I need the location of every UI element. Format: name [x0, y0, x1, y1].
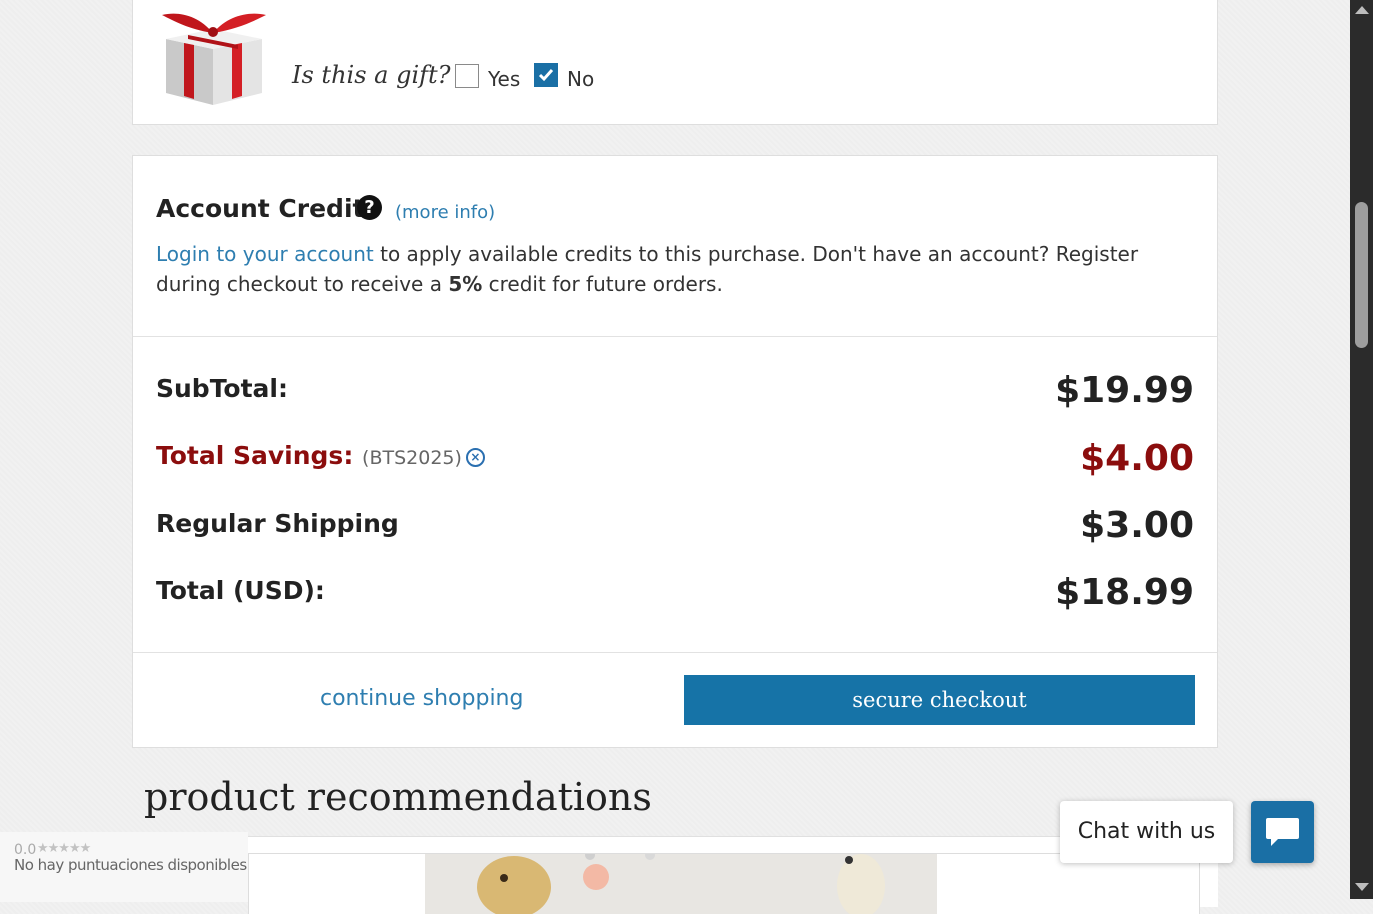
total-label: Total (USD): — [156, 576, 325, 605]
divider — [133, 336, 1217, 337]
gift-box-icon — [162, 13, 266, 105]
secure-checkout-button[interactable]: secure checkout — [684, 675, 1195, 725]
remove-coupon-icon[interactable]: × — [465, 447, 485, 467]
gift-option-card: Is this a gift? Yes No — [132, 0, 1218, 125]
total-savings-label: Total Savings: — [156, 441, 354, 470]
decor-heart — [583, 864, 609, 890]
gift-no-checkbox[interactable] — [534, 63, 558, 87]
account-credits-text: Login to your account to apply available… — [156, 239, 1196, 299]
subtotal-value: $19.99 — [1055, 370, 1194, 411]
gift-yes-label[interactable]: Yes — [488, 67, 520, 91]
recommendations-title: product recommendations — [144, 775, 652, 819]
help-icon[interactable]: ? — [357, 195, 382, 220]
rating-widget[interactable]: 0.0 ★★★★★ No hay puntuaciones disponible… — [0, 832, 248, 902]
divider — [133, 652, 1217, 653]
shipping-label: Regular Shipping — [156, 509, 399, 538]
rating-text: No hay puntuaciones disponibles — [14, 856, 247, 874]
chat-with-us-bubble[interactable]: Chat with us — [1060, 801, 1233, 863]
scrollbar[interactable] — [1350, 0, 1373, 899]
continue-shopping-link[interactable]: continue shopping — [320, 686, 523, 711]
gift-question: Is this a gift? — [292, 61, 451, 89]
gift-yes-checkbox[interactable] — [455, 64, 479, 88]
toy-eye-shape — [500, 874, 508, 882]
credits-text-part2: credit for future orders. — [482, 272, 723, 296]
chat-icon — [1266, 818, 1299, 846]
more-info-link[interactable]: (more info) — [395, 202, 495, 223]
rating-stars-icon: ★★★★★ — [37, 841, 91, 856]
scroll-thumb[interactable] — [1355, 202, 1368, 348]
toy-bear-shape — [477, 856, 551, 914]
credit-percent: 5% — [448, 272, 483, 296]
account-credits-title: Account Credits — [156, 194, 380, 223]
scroll-down-arrow-icon[interactable] — [1355, 883, 1369, 891]
gift-no-label[interactable]: No — [567, 67, 594, 91]
subtotal-label: SubTotal: — [156, 374, 288, 403]
chat-button[interactable] — [1251, 801, 1314, 863]
toy-eye-shape — [845, 856, 853, 864]
total-value: $18.99 — [1055, 572, 1194, 613]
login-link[interactable]: Login to your account — [156, 242, 374, 266]
order-summary-card: Account Credits ? (more info) Login to y… — [132, 155, 1218, 748]
decor-dot — [585, 854, 595, 860]
total-savings-row: Total Savings: (BTS2025) × — [156, 441, 485, 470]
decor-dot — [645, 854, 655, 860]
product-image[interactable] — [425, 854, 937, 914]
scroll-up-arrow-icon[interactable] — [1355, 6, 1369, 14]
toy-animal-shape — [837, 854, 885, 914]
total-savings-value: $4.00 — [1080, 438, 1194, 479]
checkmark-icon — [538, 69, 554, 82]
shipping-value: $3.00 — [1080, 505, 1194, 546]
coupon-code: (BTS2025) — [362, 447, 462, 469]
